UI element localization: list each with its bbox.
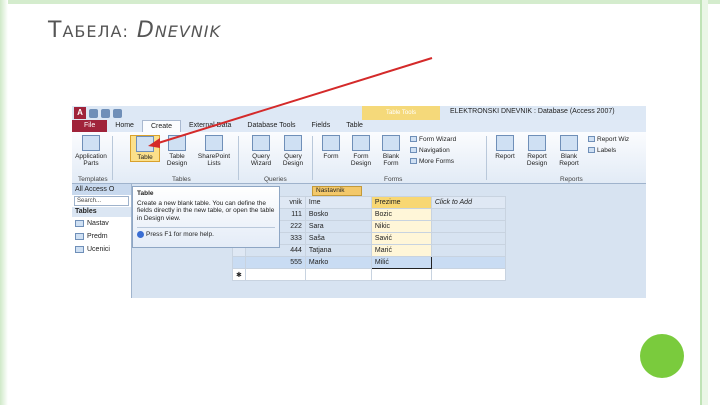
- arrow-head: [148, 138, 160, 148]
- slide: ТАБЕЛА: DNEVNIK A Table Tools ELEKTRONSK…: [0, 0, 720, 405]
- arrow-line: [154, 57, 433, 145]
- red-arrow-annotation: [148, 57, 433, 148]
